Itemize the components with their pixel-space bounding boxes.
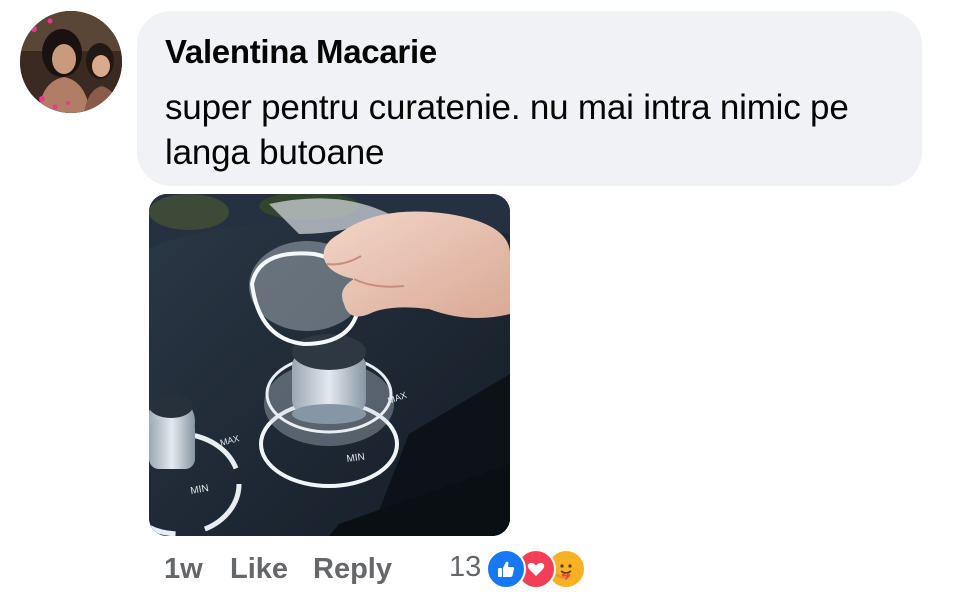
like-button[interactable]: Like [230, 553, 288, 586]
stove-knob-cover-photo: MIN MAX MIN MAX [149, 194, 510, 536]
comment-timestamp[interactable]: 1w [164, 553, 203, 586]
avatar[interactable] [20, 11, 122, 113]
reaction-count[interactable]: 13 [449, 551, 481, 584]
comment-attachment-image[interactable]: MIN MAX MIN MAX [149, 194, 510, 536]
comment-bubble: Valentina Macarie super pentru curatenie… [137, 11, 922, 186]
comment-text: super pentru curatenie. nu mai intra nim… [165, 88, 849, 172]
like-icon [486, 549, 526, 589]
reaction-summary[interactable] [486, 549, 586, 589]
reply-button[interactable]: Reply [313, 553, 392, 586]
comment-author[interactable]: Valentina Macarie [165, 33, 437, 71]
comment-thread: Valentina Macarie super pentru curatenie… [0, 0, 965, 593]
avatar-photo [20, 11, 122, 113]
